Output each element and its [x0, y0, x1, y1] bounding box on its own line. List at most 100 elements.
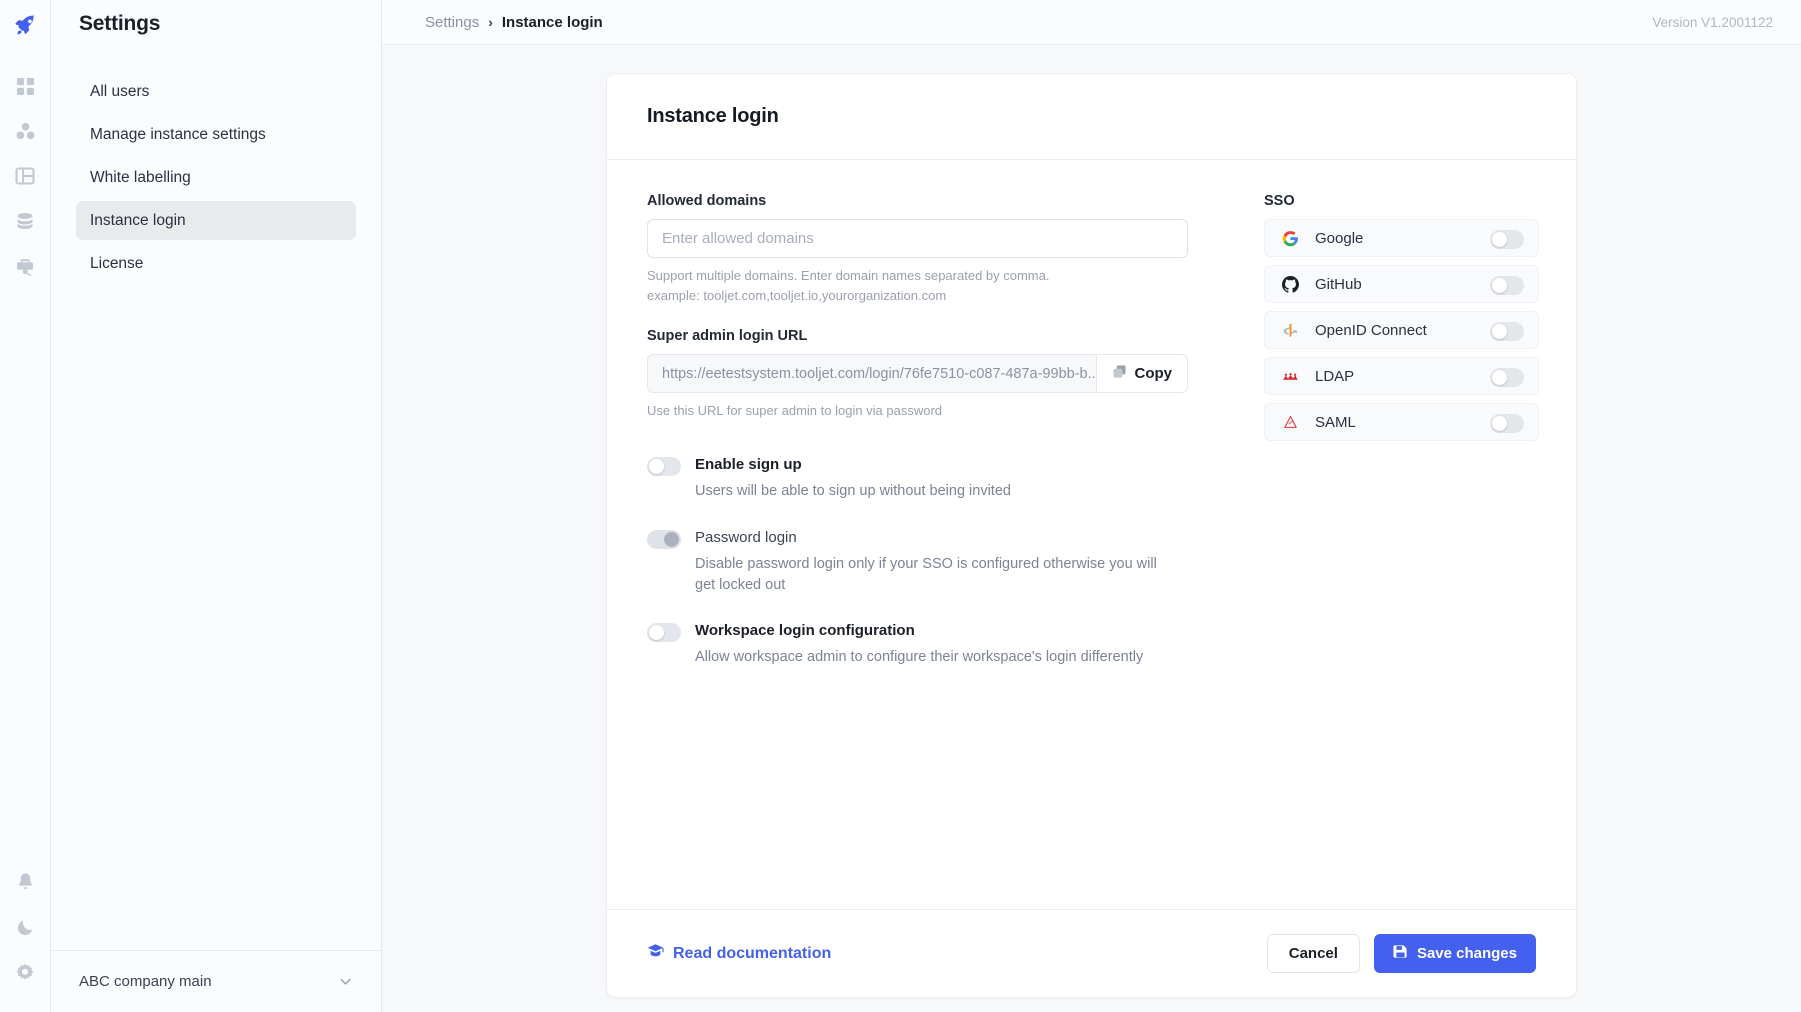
- rocket-icon: [12, 14, 38, 42]
- rail-primary-icons: [12, 73, 38, 279]
- sidebar-item-label: White labelling: [90, 168, 191, 186]
- read-documentation-link[interactable]: Read documentation: [647, 943, 831, 965]
- sso-provider-name: OpenID Connect: [1315, 321, 1427, 339]
- switch-row-enable-sign-up: Enable sign up Users will be able to sig…: [647, 455, 1192, 502]
- left-column: Allowed domains Support multiple domains…: [647, 193, 1192, 909]
- workspace-login-configuration-label: Workspace login configuration: [695, 622, 915, 640]
- openid-icon: [1281, 321, 1299, 339]
- sso-item-ldap[interactable]: LDAP: [1264, 357, 1539, 395]
- sso-provider-name: SAML: [1315, 413, 1356, 431]
- super-admin-url-input[interactable]: https://eetestsystem.tooljet.com/login/7…: [647, 354, 1096, 394]
- google-icon: [1281, 229, 1299, 247]
- toggle-knob: [1492, 415, 1507, 431]
- save-changes-button[interactable]: Save changes: [1373, 934, 1536, 973]
- instance-login-card: Instance login Allowed domains Support m…: [606, 73, 1577, 998]
- sso-provider-name: LDAP: [1315, 367, 1355, 385]
- toggle-knob: [1492, 277, 1507, 293]
- topbar: Settings › Instance login Version V1.200…: [382, 0, 1801, 45]
- graduation-cap-icon: [647, 943, 664, 965]
- login-switches: Enable sign up Users will be able to sig…: [647, 455, 1192, 667]
- breadcrumb-parent[interactable]: Settings: [425, 14, 479, 31]
- super-admin-url-label: Super admin login URL: [647, 328, 808, 345]
- main-area: Settings › Instance login Version V1.200…: [382, 0, 1801, 1012]
- read-documentation-label: Read documentation: [673, 944, 832, 962]
- workspace-login-configuration-toggle[interactable]: [647, 623, 681, 643]
- card-header: Instance login: [607, 74, 1576, 160]
- toggle-knob: [664, 532, 679, 547]
- github-sso-toggle[interactable]: [1490, 275, 1524, 295]
- workspace-name: ABC company main: [79, 973, 212, 990]
- switch-text: Password login Disable password login on…: [695, 528, 1165, 595]
- switch-row-workspace-login-configuration: Workspace login configuration Allow work…: [647, 621, 1192, 668]
- enable-sign-up-description: Users will be able to sign up without be…: [695, 483, 1011, 500]
- save-changes-label: Save changes: [1416, 945, 1517, 962]
- sidebar-nav: All users Manage instance settings White…: [51, 72, 381, 283]
- notification-bell-icon[interactable]: [12, 868, 38, 894]
- allowed-domains-input[interactable]: [647, 219, 1188, 258]
- sidebar-item-all-users[interactable]: All users: [76, 72, 356, 111]
- sidebar-title: Settings: [79, 12, 161, 35]
- sso-item-google[interactable]: Google: [1264, 219, 1539, 257]
- sidebar-item-instance-login[interactable]: Instance login: [76, 201, 356, 240]
- version-label: Version V1.2001122: [1652, 14, 1773, 30]
- openid-connect-sso-toggle[interactable]: [1490, 321, 1524, 341]
- sidebar-item-label: All users: [90, 82, 150, 100]
- toggle-knob: [1492, 323, 1507, 339]
- chevron-down-icon: [338, 974, 353, 989]
- allowed-domains-hint: Support multiple domains. Enter domain n…: [647, 268, 1050, 304]
- settings-gear-icon[interactable]: [12, 960, 38, 986]
- sso-column: SSO Google GitHub OpenID Connect LDAP SA…: [1192, 193, 1539, 909]
- sidebar-item-white-labelling[interactable]: White labelling: [76, 158, 356, 197]
- sso-label: SSO: [1264, 193, 1295, 209]
- dark-mode-moon-icon[interactable]: [12, 914, 38, 940]
- google-sso-toggle[interactable]: [1490, 229, 1524, 249]
- breadcrumb-current: Instance login: [501, 13, 603, 31]
- enable-sign-up-toggle[interactable]: [647, 457, 681, 477]
- cancel-button[interactable]: Cancel: [1266, 934, 1360, 973]
- password-login-label: Password login: [695, 529, 797, 546]
- sso-item-openid-connect[interactable]: OpenID Connect: [1264, 311, 1539, 349]
- ldap-icon: [1281, 367, 1299, 385]
- card-footer: Read documentation Cancel Save changes: [607, 909, 1576, 997]
- workspace-constants-icon[interactable]: [12, 118, 38, 144]
- sidebar-item-label: Instance login: [90, 211, 186, 229]
- breadcrumb-separator-icon: ›: [488, 14, 493, 30]
- breadcrumb: Settings › Instance login: [425, 14, 603, 31]
- workspace-selector[interactable]: ABC company main: [51, 950, 381, 1012]
- app-logo[interactable]: [12, 12, 38, 43]
- sidebar-item-license[interactable]: License: [76, 244, 356, 283]
- super-admin-url-hint: Use this URL for super admin to login vi…: [647, 403, 943, 419]
- allowed-domains-group: Allowed domains Support multiple domains…: [647, 193, 1192, 306]
- ldap-sso-toggle[interactable]: [1490, 367, 1524, 387]
- saml-sso-toggle[interactable]: [1490, 413, 1524, 433]
- sidebar-item-label: License: [90, 254, 144, 272]
- switch-text: Enable sign up Users will be able to sig…: [695, 455, 1011, 502]
- allowed-domains-label: Allowed domains: [647, 193, 767, 209]
- table-layout-icon[interactable]: [12, 163, 38, 189]
- saml-icon: [1281, 413, 1299, 431]
- switch-text: Workspace login configuration Allow work…: [695, 621, 1143, 668]
- settings-sidebar: Settings All users Manage instance setti…: [51, 0, 382, 1012]
- copy-button-label: Copy: [1134, 365, 1173, 383]
- sidebar-item-manage-instance-settings[interactable]: Manage instance settings: [76, 115, 356, 154]
- dashboard-grid-icon[interactable]: [12, 73, 38, 99]
- content-scroll: Instance login Allowed domains Support m…: [382, 45, 1801, 1012]
- marketplace-briefcase-icon[interactable]: [12, 253, 38, 279]
- database-stack-icon[interactable]: [12, 208, 38, 234]
- toggle-knob: [649, 459, 664, 475]
- sso-item-github[interactable]: GitHub: [1264, 265, 1539, 303]
- rail-bottom-icons: [12, 868, 38, 1012]
- sso-provider-name: GitHub: [1315, 275, 1362, 293]
- super-admin-url-group: Super admin login URL https://eetestsyst…: [647, 328, 1192, 421]
- toggle-knob: [1492, 369, 1507, 385]
- copy-button[interactable]: Copy: [1095, 354, 1188, 394]
- sso-provider-name: Google: [1315, 229, 1364, 247]
- sso-item-saml[interactable]: SAML: [1264, 403, 1539, 441]
- icon-rail: [0, 0, 51, 1012]
- password-login-toggle[interactable]: [647, 530, 681, 549]
- sidebar-item-label: Manage instance settings: [90, 125, 266, 143]
- switch-row-password-login: Password login Disable password login on…: [647, 528, 1192, 595]
- copy-icon: [1112, 364, 1127, 383]
- workspace-login-configuration-description: Allow workspace admin to configure their…: [695, 649, 1144, 666]
